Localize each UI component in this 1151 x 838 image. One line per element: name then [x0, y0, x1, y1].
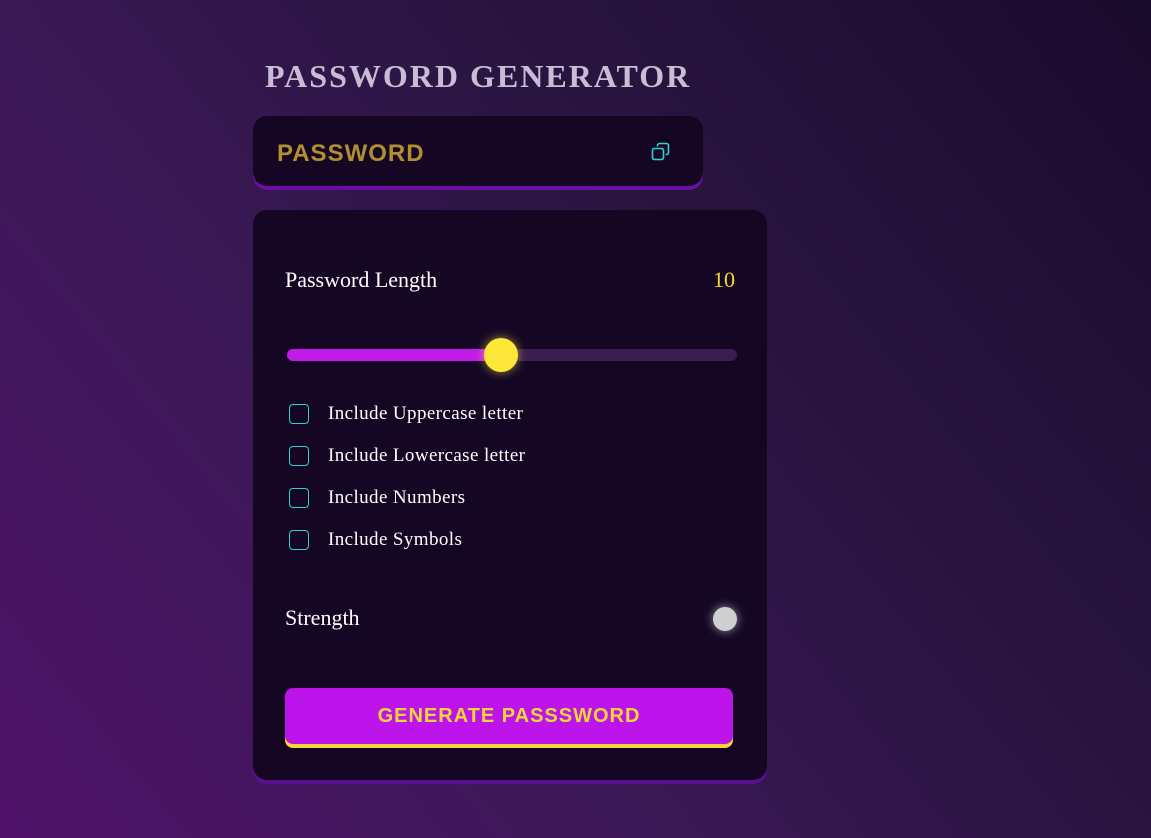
- option-numbers[interactable]: Include Numbers: [289, 486, 729, 528]
- numbers-label: Include Numbers: [328, 487, 466, 508]
- option-symbols[interactable]: Include Symbols: [289, 528, 729, 570]
- uppercase-label: Include Uppercase letter: [328, 403, 524, 424]
- slider-thumb[interactable]: [483, 338, 518, 372]
- symbols-label: Include Symbols: [328, 529, 463, 550]
- length-value: 10: [713, 267, 735, 292]
- strength-label: Strength: [285, 605, 360, 630]
- password-output: PASSWORD: [277, 140, 425, 167]
- length-slider[interactable]: [287, 338, 737, 372]
- page-title: PASSWORD GENERATOR: [265, 58, 692, 94]
- strength-indicator: [713, 607, 737, 631]
- settings-card: Password Length 10 Include Uppercase let…: [253, 210, 767, 780]
- length-label: Password Length: [285, 267, 438, 292]
- copy-button[interactable]: [649, 140, 673, 164]
- slider-fill: [287, 349, 501, 361]
- length-row: Password Length 10: [285, 266, 735, 294]
- strength-row: Strength: [285, 604, 737, 634]
- password-display: PASSWORD: [253, 116, 703, 186]
- options-list: Include Uppercase letter Include Lowerca…: [289, 402, 729, 570]
- lowercase-label: Include Lowercase letter: [328, 445, 526, 466]
- option-uppercase[interactable]: Include Uppercase letter: [289, 402, 729, 444]
- symbols-checkbox[interactable]: [289, 530, 309, 550]
- copy-icon: [651, 142, 670, 161]
- numbers-checkbox[interactable]: [289, 488, 309, 508]
- generate-password-button[interactable]: GENERATE PASSSWORD: [285, 688, 733, 744]
- lowercase-checkbox[interactable]: [289, 446, 309, 466]
- uppercase-checkbox[interactable]: [289, 404, 309, 424]
- option-lowercase[interactable]: Include Lowercase letter: [289, 444, 729, 486]
